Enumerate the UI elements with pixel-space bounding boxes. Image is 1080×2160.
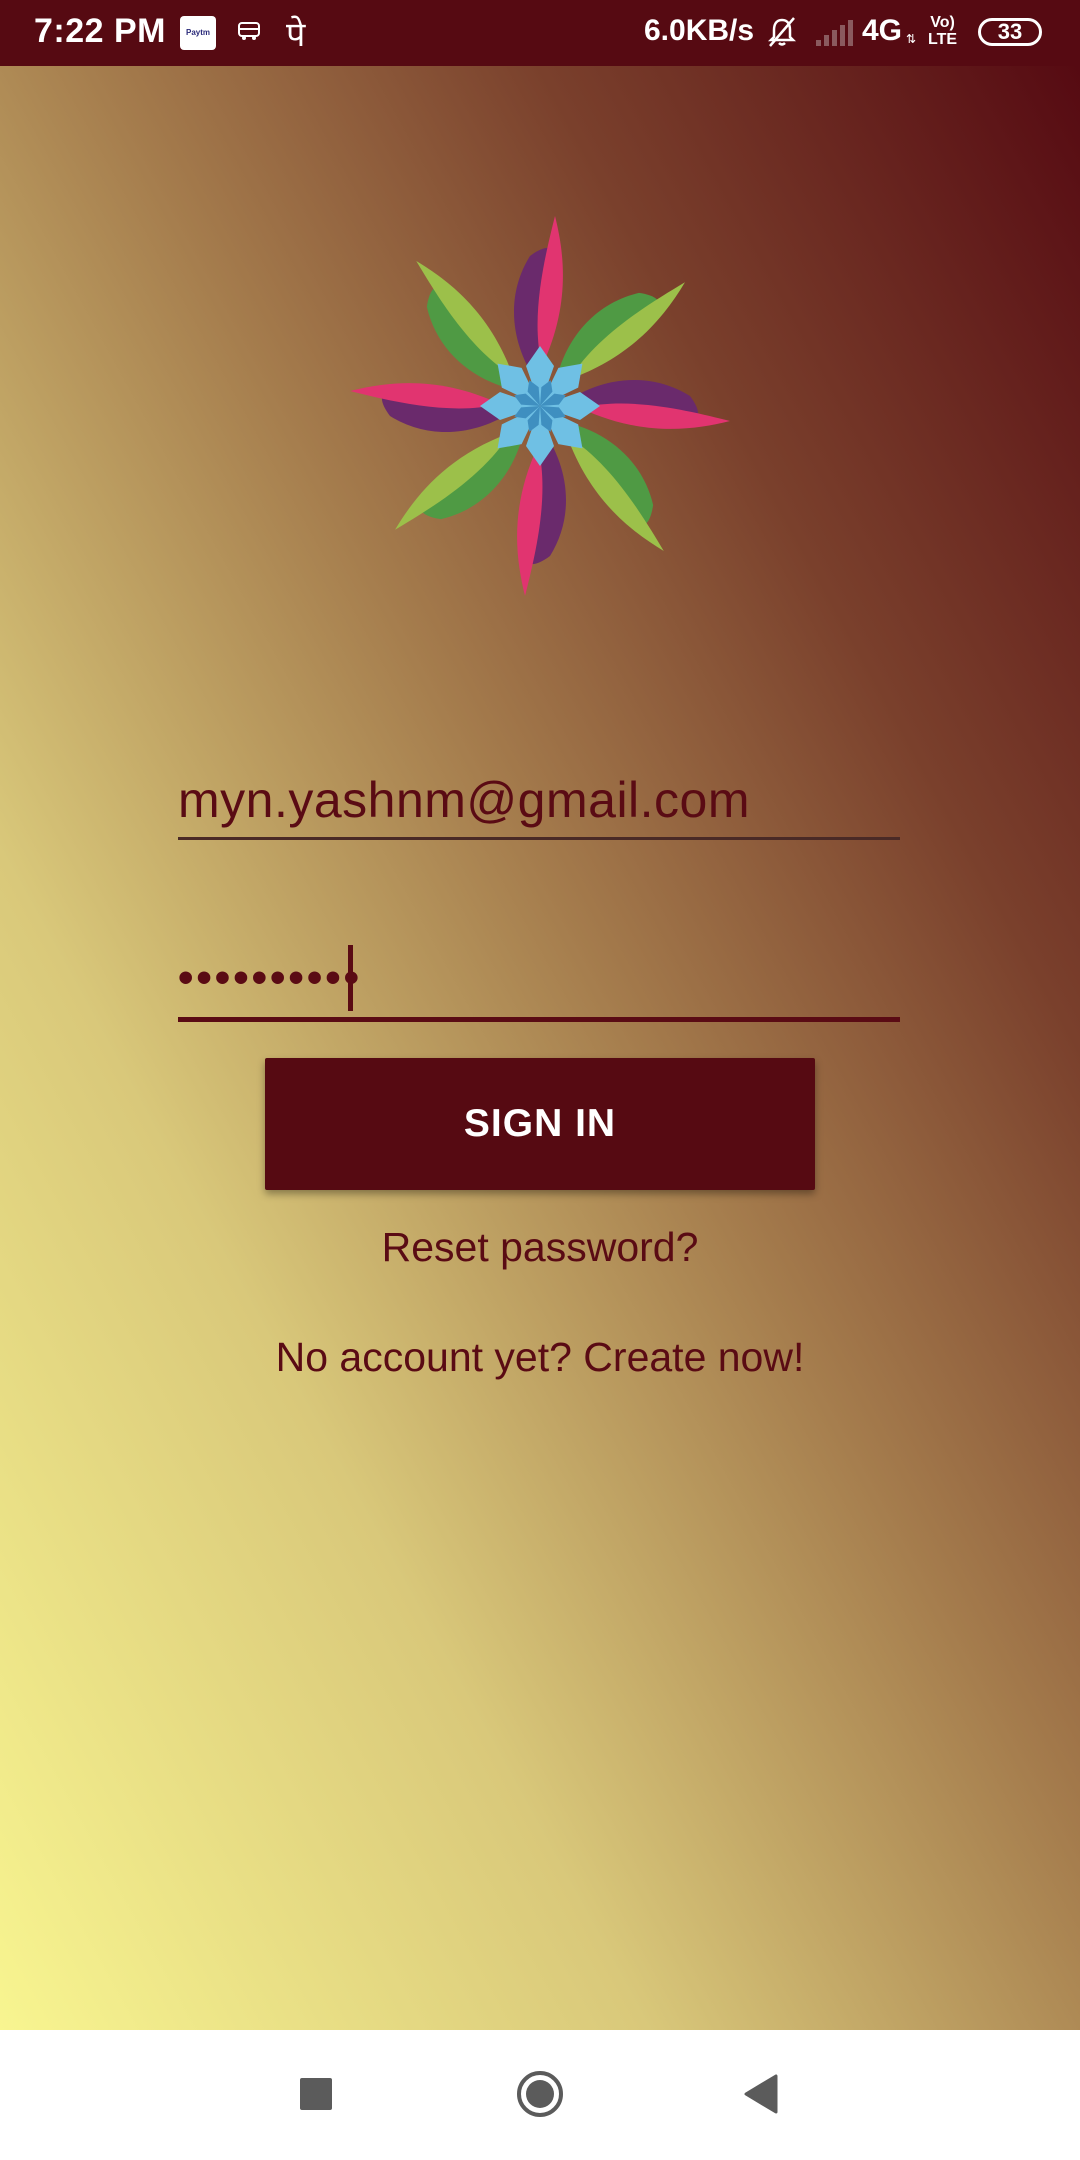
data-arrows-icon: ⇅	[906, 32, 917, 46]
password-value: ••••••••••	[178, 953, 363, 1002]
volte-indicator: Vo) LTE	[928, 14, 957, 48]
logo-center	[480, 346, 600, 466]
login-screen: myn.yashnm@gmail.com •••••••••• SIGN IN …	[0, 66, 1080, 2030]
paytm-badge-text: Paytm	[185, 28, 210, 37]
phonepe-icon: पे	[286, 15, 306, 55]
mute-icon	[767, 17, 797, 47]
navigation-bar	[0, 2030, 1080, 2160]
network-type: 4G	[862, 14, 903, 47]
status-time: 7:22 PM	[34, 12, 166, 50]
home-icon[interactable]	[516, 2070, 564, 2118]
create-account-link[interactable]: No account yet? Create now!	[0, 1334, 1080, 1381]
text-cursor	[348, 945, 353, 1011]
flower-logo-icon	[350, 216, 730, 596]
bus-icon	[238, 22, 260, 40]
battery-icon: 33	[978, 18, 1042, 46]
email-value: myn.yashnm@gmail.com	[178, 772, 751, 828]
back-icon[interactable]	[742, 2072, 778, 2116]
email-field[interactable]: myn.yashnm@gmail.com	[178, 698, 900, 840]
password-field[interactable]: ••••••••••	[178, 866, 900, 1022]
volte-line2: LTE	[928, 31, 958, 48]
status-bar: 7:22 PM Paytm पे 6.0KB/s 4G ⇅ Vo) LTE 33	[0, 0, 1080, 66]
sign-in-button[interactable]: SIGN IN	[265, 1058, 815, 1190]
reset-password-link[interactable]: Reset password?	[0, 1224, 1080, 1271]
paytm-icon: Paytm	[180, 16, 216, 50]
network-speed: 6.0KB/s	[644, 14, 755, 47]
signal-icon	[816, 20, 853, 46]
volte-line1: Vo)	[930, 14, 955, 31]
recents-icon[interactable]	[300, 2078, 332, 2110]
